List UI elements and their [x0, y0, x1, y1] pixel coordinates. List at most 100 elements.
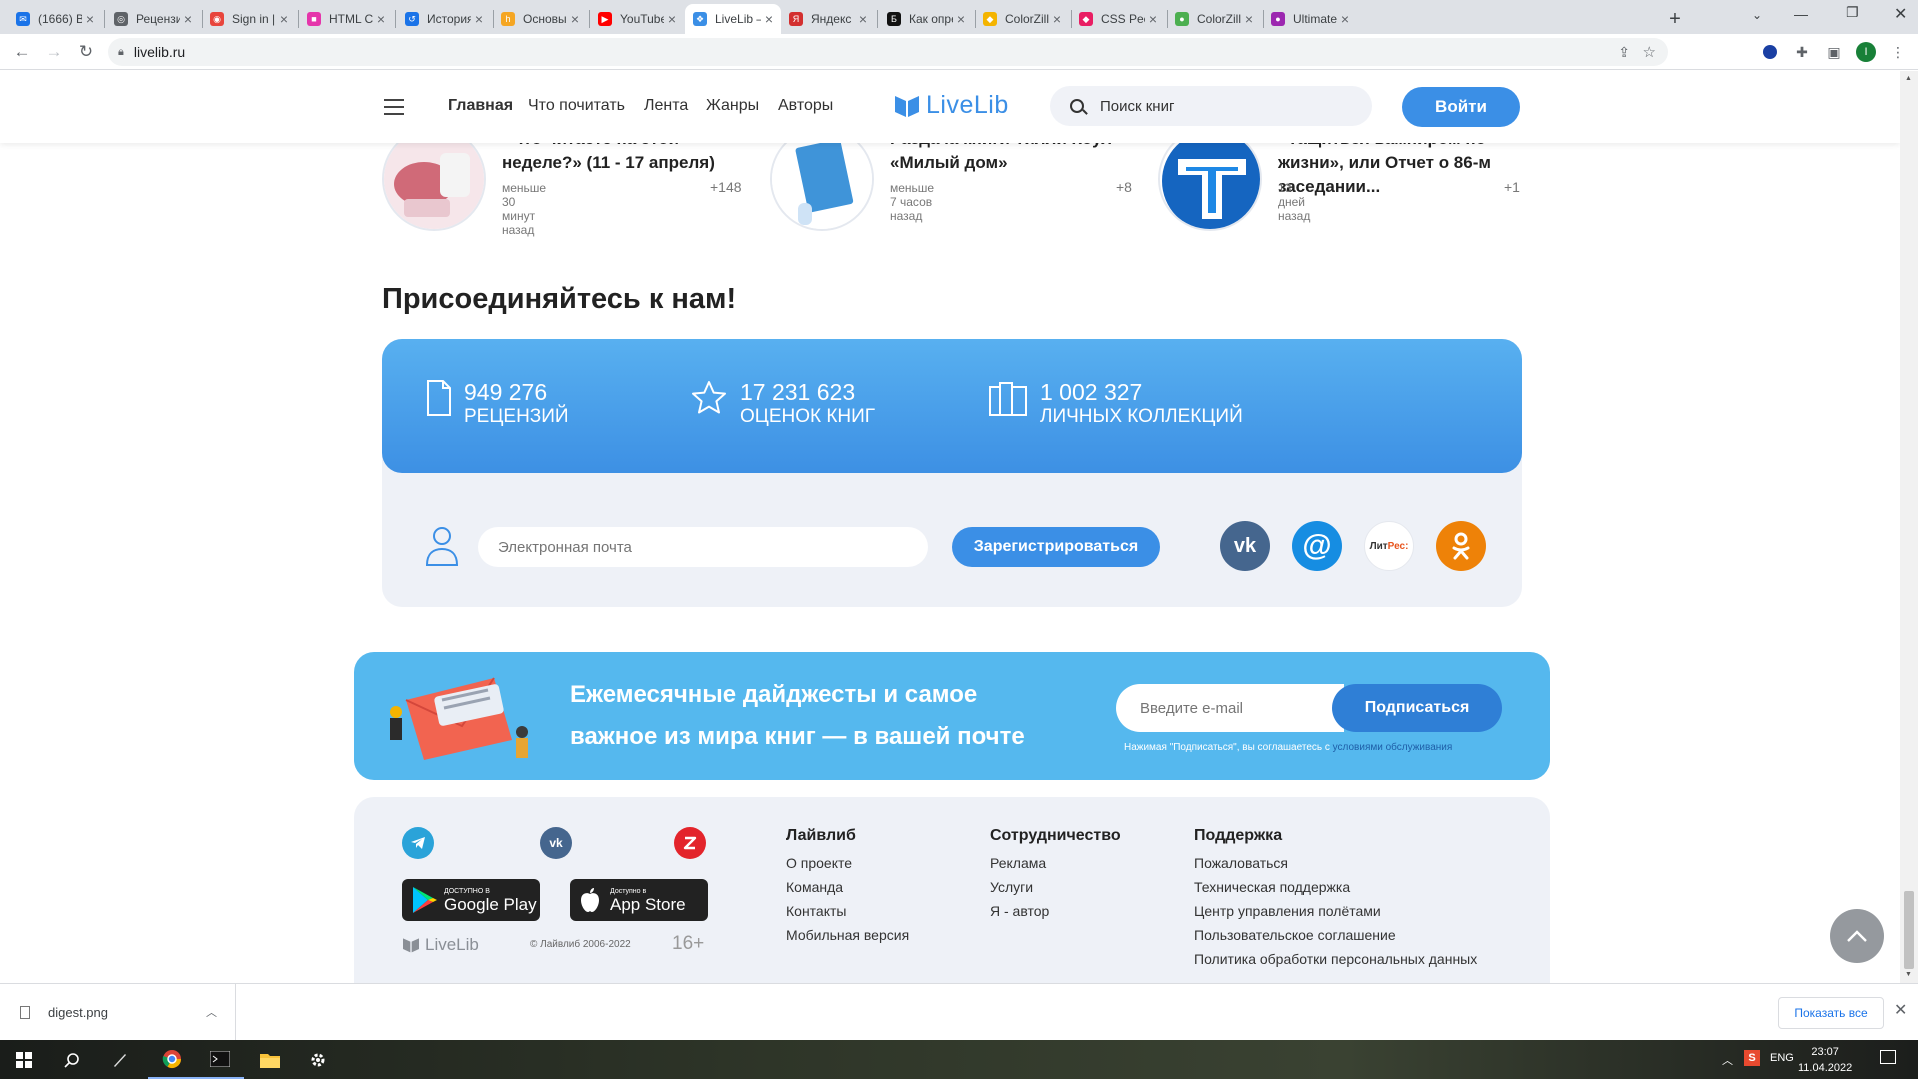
close-download-bar-icon[interactable]: ✕ [1894, 1000, 1907, 1020]
search-icon[interactable] [48, 1040, 96, 1079]
subscribe-button[interactable]: Подписаться [1332, 684, 1502, 732]
browser-menu-icon[interactable]: ⋮ [1888, 42, 1908, 62]
tab-close-icon[interactable]: × [859, 11, 867, 27]
browser-tab[interactable]: ↺ История × [397, 4, 491, 34]
tab-close-icon[interactable]: × [280, 11, 288, 27]
tab-close-icon[interactable]: × [475, 11, 483, 27]
footer-link-services[interactable]: Услуги [990, 875, 1121, 899]
zen-icon[interactable] [674, 827, 706, 859]
tab-close-icon[interactable]: × [1341, 11, 1349, 27]
download-item[interactable]: digest.png ︿ [0, 984, 236, 1040]
tab-close-icon[interactable]: × [1245, 11, 1253, 27]
mail-login-icon[interactable]: @ [1292, 521, 1342, 571]
tab-close-icon[interactable]: × [377, 11, 385, 27]
footer-link-ads[interactable]: Реклама [990, 851, 1121, 875]
litres-login-icon[interactable]: ЛитРес: [1364, 521, 1414, 571]
browser-tab[interactable]: ● Ultimate C × [1263, 4, 1357, 34]
footer-link-mobile[interactable]: Мобильная версия [786, 923, 909, 947]
nav-authors[interactable]: Авторы [778, 97, 833, 115]
footer-link-control-center[interactable]: Центр управления полётами [1194, 899, 1477, 923]
ok-login-icon[interactable] [1436, 521, 1486, 571]
footer-link-privacy[interactable]: Политика обработки персональных данных [1194, 947, 1477, 971]
bookmark-star-icon[interactable]: ☆ [1643, 43, 1656, 61]
register-button[interactable]: Зарегистрироваться [952, 527, 1160, 567]
tab-close-icon[interactable]: × [571, 11, 579, 27]
livelib-logo[interactable]: LiveLib [894, 91, 1009, 120]
browser-tab[interactable]: Я Яндекс П × [781, 4, 875, 34]
nav-home[interactable]: Главная [448, 97, 513, 115]
footer-link-user-agreement[interactable]: Пользовательское соглашение [1194, 923, 1477, 947]
scroll-down-arrow-icon[interactable]: ▼ [1905, 971, 1912, 978]
tab-close-icon[interactable]: × [184, 11, 192, 27]
close-window-button[interactable]: ✕ [1894, 4, 1907, 24]
book-search-input[interactable]: Поиск книг [1050, 86, 1372, 126]
reload-icon[interactable]: ↻ [72, 34, 100, 70]
tab-close-icon[interactable]: × [765, 11, 773, 27]
browser-tab[interactable]: ◉ Sign in | C × [202, 4, 296, 34]
scroll-up-arrow-icon[interactable]: ▲ [1905, 75, 1912, 82]
telegram-icon[interactable] [402, 827, 434, 859]
footer-logo[interactable]: LiveLib [402, 935, 479, 955]
windows-start-icon[interactable] [0, 1040, 48, 1079]
translate-extension-icon[interactable] [1760, 42, 1780, 62]
tab-close-icon[interactable]: × [86, 11, 94, 27]
browser-tab[interactable]: ● ColorZilla × [1167, 4, 1261, 34]
browser-tab[interactable]: ■ HTML CSS × [299, 4, 393, 34]
google-play-button[interactable]: ДОСТУПНО В Google Play [402, 879, 540, 921]
footer-link-author[interactable]: Я - автор [990, 899, 1121, 923]
browser-tab[interactable]: ▶ YouTube × [590, 4, 684, 34]
footer-link-complain[interactable]: Пожаловаться [1194, 851, 1477, 875]
share-icon[interactable]: ⇪ [1618, 44, 1630, 61]
footer-link-tech-support[interactable]: Техническая поддержка [1194, 875, 1477, 899]
browser-tab[interactable]: h Основы а × [493, 4, 587, 34]
notifications-icon[interactable] [1880, 1050, 1896, 1064]
footer-link-about[interactable]: О проекте [786, 851, 909, 875]
vk-icon[interactable]: vk [540, 827, 572, 859]
scroll-to-top-button[interactable] [1830, 909, 1884, 963]
browser-tab[interactable]: ❖ LiveLib — × [685, 4, 781, 34]
nav-what-to-read[interactable]: Что почитать [528, 97, 625, 115]
tab-close-icon[interactable]: × [668, 11, 676, 27]
app-store-button[interactable]: Доступно в App Store [570, 879, 708, 921]
hamburger-menu-icon[interactable] [384, 99, 404, 115]
nav-genres[interactable]: Жанры [706, 97, 759, 115]
browser-tab[interactable]: ✉ (1666) Вхо × [8, 4, 102, 34]
forward-arrow-icon[interactable]: → [40, 34, 68, 70]
page-scrollbar[interactable]: ▲ ▼ [1900, 71, 1918, 983]
back-arrow-icon[interactable]: ← [8, 34, 36, 70]
language-indicator[interactable]: ENG [1770, 1052, 1794, 1064]
scrollbar-thumb[interactable] [1904, 891, 1914, 969]
browser-tab[interactable]: ◆ ColorZilla × [975, 4, 1069, 34]
tab-close-icon[interactable]: × [1053, 11, 1061, 27]
tab-close-icon[interactable]: × [1149, 11, 1157, 27]
browser-tab[interactable]: Б Как опре × [879, 4, 973, 34]
nav-feed[interactable]: Лента [644, 97, 688, 115]
tab-close-icon[interactable]: × [957, 11, 965, 27]
restore-button[interactable]: ❐ [1846, 4, 1859, 21]
footer-link-contacts[interactable]: Контакты [786, 899, 909, 923]
file-explorer-icon[interactable] [246, 1040, 294, 1079]
chevron-up-icon[interactable]: ︿ [206, 1004, 217, 1020]
chrome-taskbar-icon[interactable] [148, 1040, 196, 1079]
profile-avatar[interactable]: I [1856, 42, 1876, 62]
browser-tab[interactable]: ◎ Рецензия × [106, 4, 200, 34]
vk-login-icon[interactable]: vk [1220, 521, 1270, 571]
taskbar-clock[interactable]: 23:07 11.04.2022 [1798, 1044, 1852, 1076]
minimize-button[interactable]: — [1794, 6, 1808, 22]
footer-link-team[interactable]: Команда [786, 875, 909, 899]
settings-gear-icon[interactable] [294, 1040, 342, 1079]
terminal-icon[interactable] [196, 1040, 244, 1079]
tray-chevron-up-icon[interactable]: ︿ [1722, 1052, 1733, 1068]
side-panel-icon[interactable]: ▣ [1824, 42, 1844, 62]
pen-app-icon[interactable] [96, 1040, 144, 1079]
digest-email-input[interactable] [1116, 684, 1344, 732]
tab-search-icon[interactable]: ⌄ [1752, 8, 1762, 22]
show-all-downloads-button[interactable]: Показать все [1778, 997, 1884, 1029]
terms-link[interactable]: условиями обслуживания [1333, 742, 1453, 753]
address-bar[interactable]: 🔒︎ livelib.ru ⇪ ☆ [108, 38, 1668, 66]
tray-app-icon[interactable]: S [1744, 1050, 1760, 1066]
new-tab-button[interactable]: + [1662, 6, 1688, 32]
extensions-puzzle-icon[interactable]: ✚ [1792, 42, 1812, 62]
browser-tab[interactable]: ◆ CSS Peep × [1071, 4, 1165, 34]
login-button[interactable]: Войти [1402, 87, 1520, 127]
